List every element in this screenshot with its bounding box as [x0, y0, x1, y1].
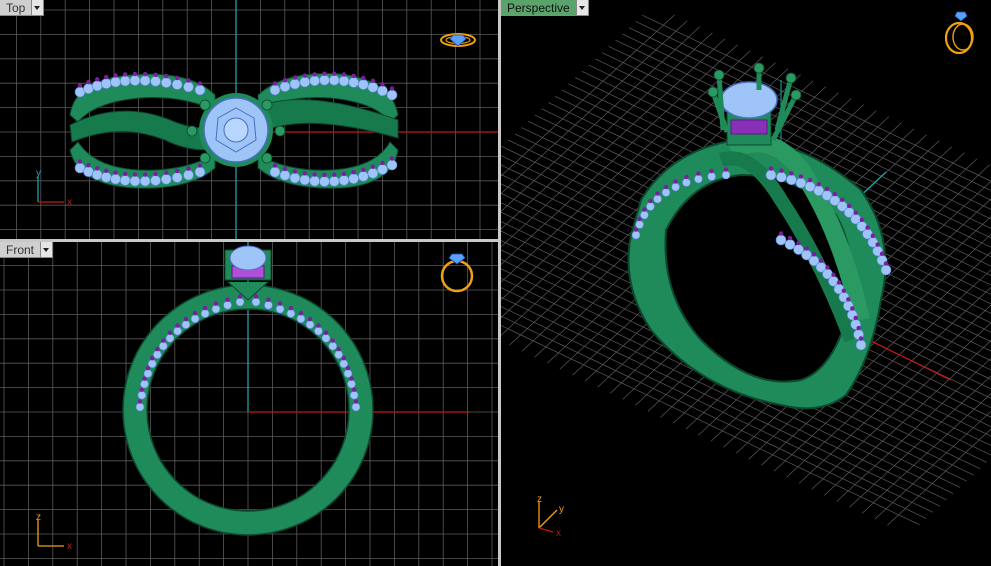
- axis-y-label: y: [36, 168, 41, 179]
- dropdown-arrow-icon[interactable]: [41, 242, 54, 258]
- front-viewport[interactable]: z x Front: [0, 242, 498, 566]
- perspective-viewport[interactable]: z y x Perspective: [501, 0, 991, 566]
- dropdown-arrow-icon[interactable]: [32, 0, 45, 16]
- axis-z-label: z: [36, 512, 41, 523]
- viewport-label[interactable]: Front: [0, 242, 42, 258]
- viewport-label[interactable]: Perspective: [501, 0, 577, 16]
- ring-orientation-icon: [440, 33, 476, 47]
- viewport-splitter-horizontal[interactable]: [0, 239, 498, 242]
- tab-top[interactable]: Top: [0, 0, 45, 16]
- viewport-label[interactable]: Top: [0, 0, 33, 16]
- top-view-canvas[interactable]: y x: [0, 0, 498, 239]
- axis-gizmo-icon: z x: [36, 512, 72, 552]
- axis-z-label: z: [537, 494, 542, 505]
- perspective-view-canvas[interactable]: z y x: [501, 0, 991, 566]
- top-viewport[interactable]: y x Top: [0, 0, 498, 239]
- tab-perspective[interactable]: Perspective: [501, 0, 589, 16]
- tab-front[interactable]: Front: [0, 242, 54, 258]
- axis-x-label: x: [67, 541, 72, 552]
- viewport-splitter-vertical[interactable]: [498, 0, 501, 566]
- axis-gizmo-icon: z y x: [537, 494, 564, 539]
- ring-orientation-icon: [944, 11, 974, 55]
- axis-y-label: y: [559, 504, 564, 515]
- ring-model-top: [69, 71, 399, 189]
- dropdown-arrow-icon[interactable]: [576, 0, 589, 16]
- axis-gizmo-icon: y x: [36, 168, 72, 208]
- front-view-canvas[interactable]: z x: [0, 242, 498, 566]
- axis-x-label: x: [556, 528, 561, 539]
- axis-x-label: x: [67, 197, 72, 208]
